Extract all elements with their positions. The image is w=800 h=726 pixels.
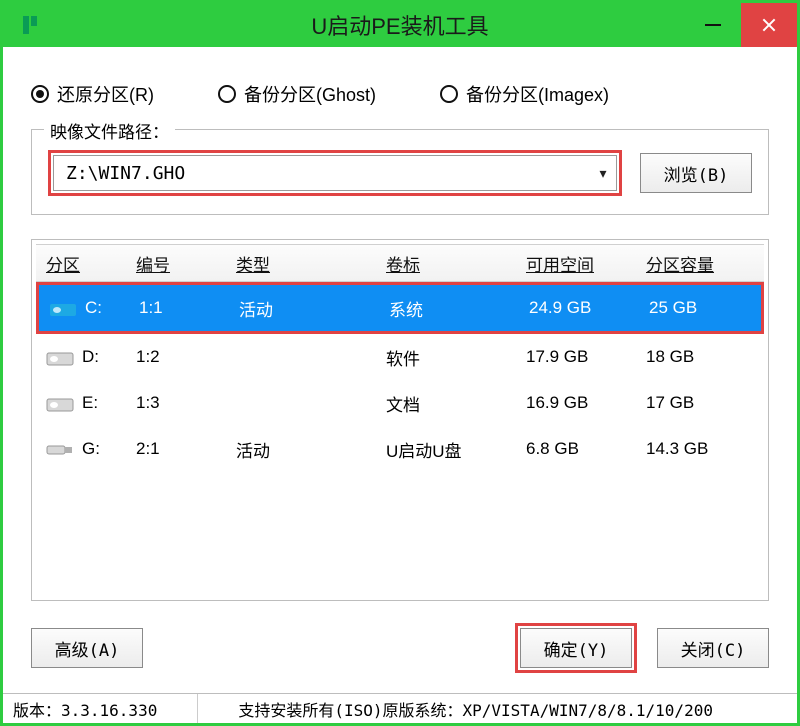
cell-drive: D: <box>82 347 99 367</box>
radio-icon <box>218 85 236 103</box>
ok-highlight: 确定(Y) <box>515 623 637 673</box>
mode-radio-group: 还原分区(R) 备份分区(Ghost) 备份分区(Imagex) <box>31 81 771 107</box>
radio-restore[interactable]: 还原分区(R) <box>31 81 154 107</box>
radio-icon <box>31 85 49 103</box>
table-row[interactable]: G: 2:1 活动 U启动U盘 6.8 GB 14.3 GB <box>36 426 764 472</box>
radio-icon <box>440 85 458 103</box>
table-body: D: 1:2 软件 17.9 GB 18 GB E: 1:3 文档 <box>36 334 764 472</box>
selected-row-highlight: C: 1:1 活动 系统 24.9 GB 25 GB <box>36 282 764 334</box>
app-icon <box>17 12 43 38</box>
th-number[interactable]: 编号 <box>126 251 226 276</box>
radio-imagex-label: 备份分区(Imagex) <box>466 81 609 107</box>
image-path-label: 映像文件路径： <box>44 118 175 143</box>
window-controls <box>685 3 797 47</box>
cell-drive: G: <box>82 439 100 459</box>
cell-type: 活动 <box>226 437 376 462</box>
image-path-value: Z:\WIN7.GHO <box>54 163 590 184</box>
cell-free: 24.9 GB <box>519 298 639 318</box>
th-volume[interactable]: 卷标 <box>376 251 516 276</box>
version-text: 版本：3.3.16.330 <box>13 697 157 721</box>
cell-vol: 文档 <box>376 391 516 416</box>
cell-cap: 14.3 GB <box>636 439 764 459</box>
table-row[interactable]: D: 1:2 软件 17.9 GB 18 GB <box>36 334 764 380</box>
cell-no: 1:2 <box>126 347 226 367</box>
hdd-icon <box>46 347 74 367</box>
cell-drive: E: <box>82 393 98 413</box>
radio-restore-label: 还原分区(R) <box>57 81 154 107</box>
ok-button[interactable]: 确定(Y) <box>520 628 632 668</box>
window-root: U启动PE装机工具 还原分区(R) 备份分区(Ghost) 备份分区(Image… <box>0 0 800 726</box>
status-bar: 版本：3.3.16.330 支持安装所有(ISO)原版系统：XP/VISTA/W… <box>3 693 797 723</box>
partition-table: 分区 编号 类型 卷标 可用空间 分区容量 C: 1:1 活动 系统 24.9 … <box>31 239 769 601</box>
button-row: 高级(A) 确定(Y) 关闭(C) <box>31 623 769 673</box>
table-header: 分区 编号 类型 卷标 可用空间 分区容量 <box>36 244 764 282</box>
th-capacity[interactable]: 分区容量 <box>636 251 764 276</box>
minimize-icon <box>705 24 721 26</box>
image-path-highlight: Z:\WIN7.GHO ▾ <box>48 150 622 196</box>
support-text: 支持安装所有(ISO)原版系统：XP/VISTA/WIN7/8/8.1/10/2… <box>238 697 713 721</box>
image-path-row: Z:\WIN7.GHO ▾ 浏览(B) <box>48 150 752 196</box>
cell-vol: 系统 <box>379 296 519 321</box>
image-path-combobox[interactable]: Z:\WIN7.GHO ▾ <box>53 155 617 191</box>
close-icon <box>762 18 776 32</box>
advanced-button[interactable]: 高级(A) <box>31 628 143 668</box>
usb-drive-icon <box>46 439 74 459</box>
table-row[interactable]: C: 1:1 活动 系统 24.9 GB 25 GB <box>39 285 761 331</box>
hdd-icon <box>46 393 74 413</box>
browse-button[interactable]: 浏览(B) <box>640 153 752 193</box>
cell-free: 16.9 GB <box>516 393 636 413</box>
cell-no: 1:3 <box>126 393 226 413</box>
th-partition[interactable]: 分区 <box>36 251 126 276</box>
cell-cap: 17 GB <box>636 393 764 413</box>
client-area: 还原分区(R) 备份分区(Ghost) 备份分区(Imagex) 映像文件路径：… <box>3 47 797 693</box>
cell-cap: 18 GB <box>636 347 764 367</box>
table-row[interactable]: E: 1:3 文档 16.9 GB 17 GB <box>36 380 764 426</box>
radio-backup-label: 备份分区(Ghost) <box>244 81 376 107</box>
window-title: U启动PE装机工具 <box>3 9 797 41</box>
radio-backup-ghost[interactable]: 备份分区(Ghost) <box>218 81 376 107</box>
title-bar: U启动PE装机工具 <box>3 3 797 47</box>
cell-type: 活动 <box>229 296 379 321</box>
cell-cap: 25 GB <box>639 298 761 318</box>
statusbar-separator <box>197 694 198 723</box>
minimize-button[interactable] <box>685 3 741 47</box>
radio-backup-imagex[interactable]: 备份分区(Imagex) <box>440 81 609 107</box>
close-button[interactable] <box>741 3 797 47</box>
cell-free: 6.8 GB <box>516 439 636 459</box>
cell-free: 17.9 GB <box>516 347 636 367</box>
cell-no: 1:1 <box>129 298 229 318</box>
hdd-icon <box>49 298 77 318</box>
cell-vol: 软件 <box>376 345 516 370</box>
th-type[interactable]: 类型 <box>226 251 376 276</box>
cell-drive: C: <box>85 298 102 318</box>
th-free[interactable]: 可用空间 <box>516 251 636 276</box>
close-window-button[interactable]: 关闭(C) <box>657 628 769 668</box>
cell-vol: U启动U盘 <box>376 437 516 462</box>
image-path-group: 映像文件路径： Z:\WIN7.GHO ▾ 浏览(B) <box>31 129 769 215</box>
chevron-down-icon: ▾ <box>590 165 616 182</box>
cell-no: 2:1 <box>126 439 226 459</box>
